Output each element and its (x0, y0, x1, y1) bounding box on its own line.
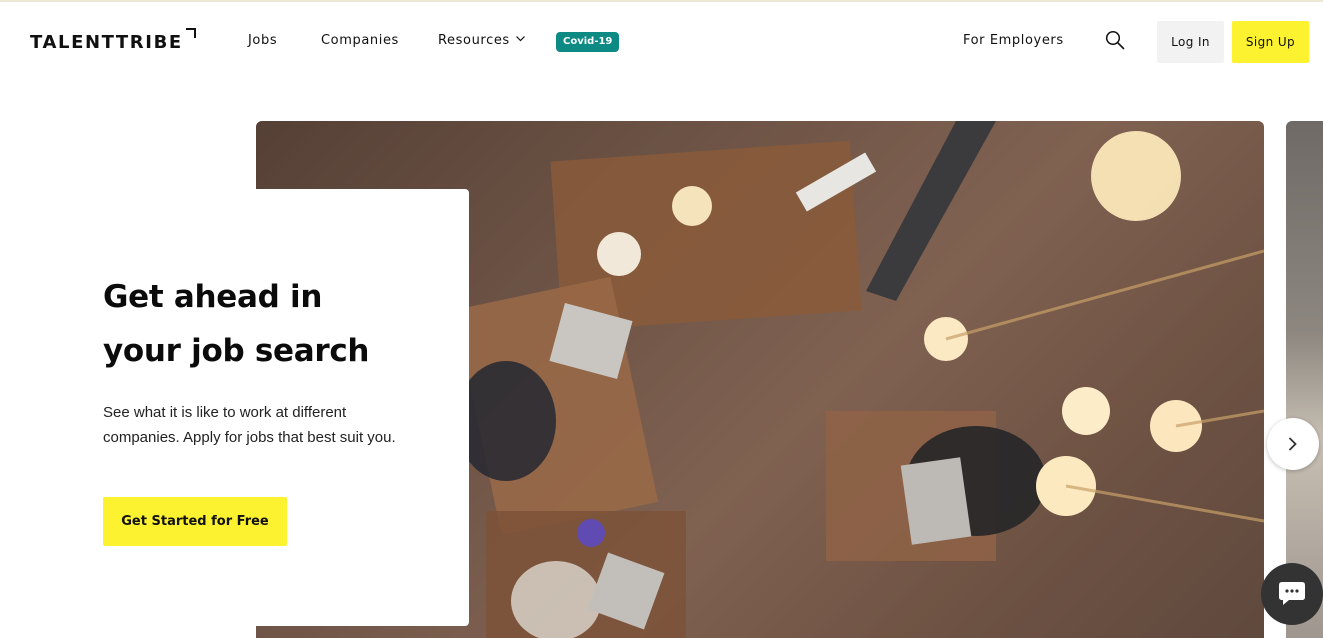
next-slide-preview[interactable] (1286, 121, 1323, 638)
carousel-next-button[interactable] (1267, 418, 1319, 470)
hero-description-line1: See what it is like to work at different (103, 404, 347, 421)
hero-description-line2: companies. Apply for jobs that best suit… (103, 429, 396, 446)
chevron-right-icon (1289, 437, 1297, 451)
nav-companies[interactable]: Companies (321, 33, 399, 48)
hero-title-line2: your job search (103, 333, 370, 369)
nav-resources[interactable]: Resources (438, 33, 525, 48)
logo[interactable]: TALENTTRIBE (30, 32, 183, 53)
chat-bubble-icon (1279, 582, 1305, 605)
logo-corner-mark (186, 28, 196, 38)
hero-description: See what it is like to work at different… (103, 400, 443, 450)
chevron-down-icon (515, 36, 525, 42)
covid-badge[interactable]: Covid-19 (556, 32, 620, 52)
hero-title: Get ahead in your job search (103, 270, 433, 378)
login-button[interactable]: Log In (1157, 21, 1224, 63)
signup-button[interactable]: Sign Up (1232, 21, 1309, 63)
get-started-button[interactable]: Get Started for Free (103, 497, 287, 546)
site-header: TALENTTRIBE Jobs Companies Resources Cov… (0, 2, 1323, 82)
search-icon[interactable] (1105, 30, 1125, 50)
hero-title-line1: Get ahead in (103, 279, 323, 315)
nav-jobs[interactable]: Jobs (248, 33, 277, 48)
nav-for-employers[interactable]: For Employers (963, 33, 1064, 48)
nav-resources-label: Resources (438, 33, 510, 48)
chat-button[interactable] (1261, 563, 1323, 625)
